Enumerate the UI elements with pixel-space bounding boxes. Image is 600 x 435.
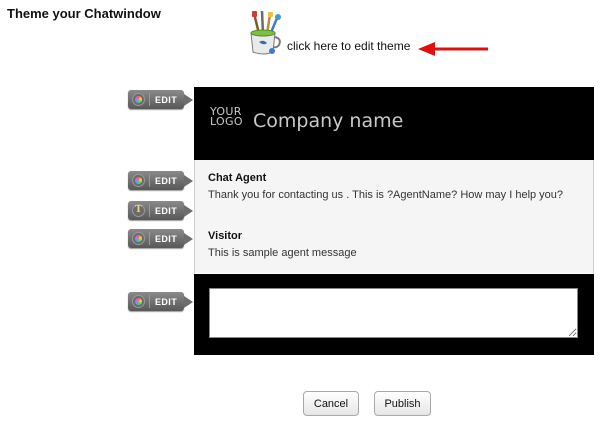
logo-placeholder: YOUR LOGO [210,105,243,128]
visitor-message: This is sample agent message [208,247,357,259]
color-wheel-icon [132,174,145,187]
edit-label: EDIT [155,205,178,216]
page-title: Theme your Chatwindow [7,6,161,21]
color-wheel-icon [132,93,145,106]
edit-label: EDIT [155,233,178,244]
edit-font-button[interactable]: T EDIT [128,201,193,220]
divider [149,295,150,308]
font-icon: T [132,204,145,217]
divider [149,204,150,217]
edit-agent-message-button[interactable]: EDIT [128,171,193,190]
visitor-name: Visitor [208,230,243,242]
publish-button[interactable]: Publish [374,391,431,416]
cancel-button[interactable]: Cancel [303,391,359,416]
agent-name: Chat Agent [208,172,267,184]
chat-message-input[interactable] [209,288,578,338]
divider [149,93,150,106]
agent-message: Thank you for contacting us . This is ?A… [208,189,564,201]
divider [149,232,150,245]
red-arrow-icon [418,42,488,56]
edit-label: EDIT [155,296,178,307]
company-name: Company name [253,110,404,132]
edit-label: EDIT [155,175,178,186]
divider [149,174,150,187]
paint-cup-icon [250,10,281,55]
edit-header-button[interactable]: EDIT [128,90,193,109]
color-wheel-icon [132,232,145,245]
chat-preview-footer [194,274,594,355]
chat-preview-header[interactable]: YOUR LOGO Company name [194,87,594,160]
edit-theme-link[interactable]: click here to edit theme [245,10,410,56]
edit-footer-button[interactable]: EDIT [128,292,193,311]
chat-preview-body: Chat Agent Thank you for contacting us .… [194,160,594,273]
edit-label: EDIT [155,94,178,105]
edit-visitor-message-button[interactable]: EDIT [128,229,193,248]
edit-theme-link-text[interactable]: click here to edit theme [287,39,410,53]
color-wheel-icon [132,295,145,308]
